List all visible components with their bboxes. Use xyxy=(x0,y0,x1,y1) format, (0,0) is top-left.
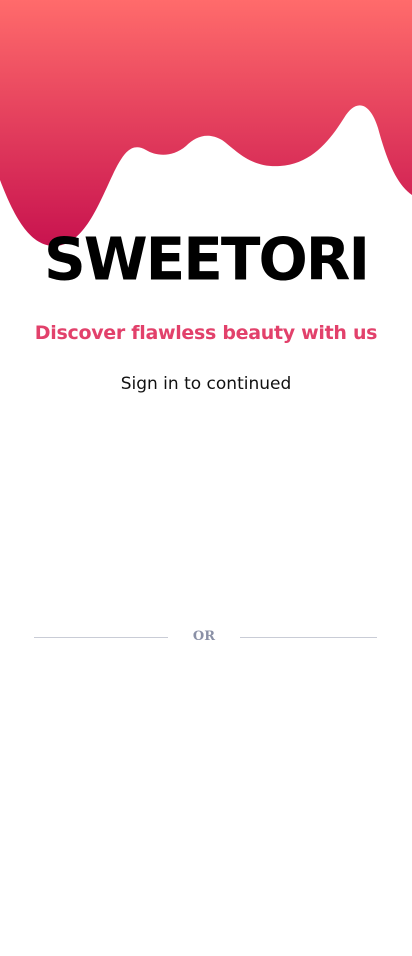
sign-in-subtitle: Sign in to continued xyxy=(120,374,292,394)
or-divider: OR xyxy=(34,626,377,648)
brand-logo: SWEETORI xyxy=(43,224,370,294)
divider-line-left xyxy=(34,637,168,638)
divider-line-right xyxy=(240,637,377,638)
or-label: OR xyxy=(192,629,216,644)
tagline: Discover flawless beauty with us xyxy=(34,322,378,344)
drip-decoration xyxy=(0,0,412,247)
